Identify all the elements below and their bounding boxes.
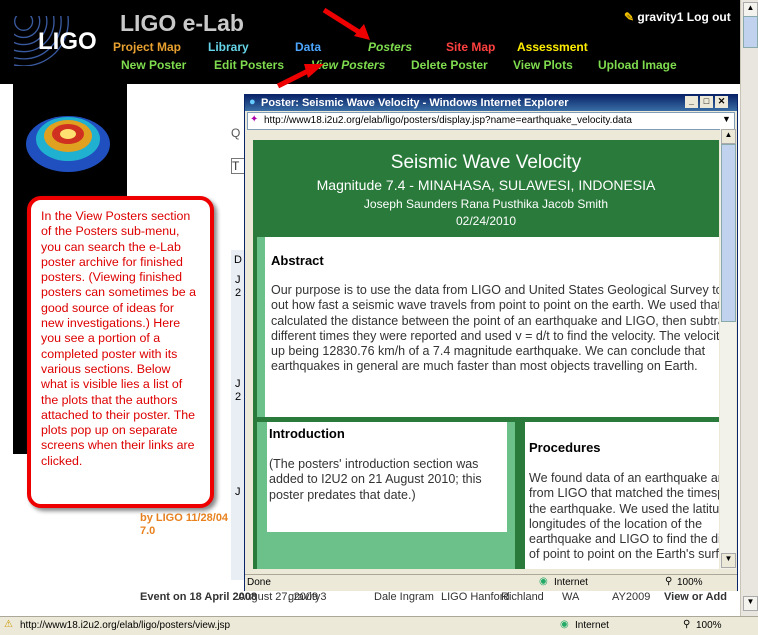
site-brand: LIGO e-Lab — [120, 10, 244, 36]
bg-table-column — [231, 250, 244, 580]
maximize-icon[interactable]: □ — [700, 96, 713, 108]
zoom-icon: ⚲ — [665, 576, 673, 587]
poster-border-strip — [257, 237, 265, 417]
page-scrollbar[interactable]: ▲ ▼ — [740, 0, 758, 616]
subnav-new-poster[interactable]: New Poster — [121, 58, 186, 72]
subnav-upload-image[interactable]: Upload Image — [598, 58, 677, 72]
poster-content: Seismic Wave Velocity Magnitude 7.4 - MI… — [253, 140, 719, 569]
warning-icon: ⚠ — [4, 619, 13, 630]
introduction-heading: Introduction — [269, 426, 345, 441]
status-globe-icon: ◉ — [560, 619, 569, 630]
poster-divider — [515, 422, 521, 569]
procedures-body: We found data of an earthquake ar from L… — [529, 471, 719, 562]
subnav-view-plots[interactable]: View Plots — [513, 58, 573, 72]
abstract-panel: Abstract Our purpose is to use the data … — [265, 237, 719, 417]
status-zoom-icon: ⚲ — [683, 619, 691, 630]
abstract-heading: Abstract — [271, 253, 324, 268]
close-icon[interactable]: ✕ — [715, 96, 728, 108]
scroll-thumb[interactable] — [743, 16, 758, 48]
bg-fragment-q: Q — [231, 126, 241, 140]
popup-zone: Internet — [554, 577, 588, 588]
table-cell-year: AY2009 — [612, 591, 651, 603]
logo-text: LIGO — [38, 28, 97, 55]
table-cell-state: WA — [562, 591, 580, 603]
table-cell-view-add[interactable]: View or Add — [664, 592, 730, 616]
procedures-panel: Procedures We found data of an earthquak… — [525, 422, 719, 569]
status-url: http://www18.i2u2.org/elab/ligo/posters/… — [20, 620, 231, 631]
user-area: ✎ gravity1 Log out — [624, 10, 731, 24]
poster-date: 02/24/2010 — [455, 214, 517, 228]
poster-subtitle: Magnitude 7.4 - MINAHASA, SULAWESI, INDO… — [316, 177, 656, 193]
table-cell-city: Richland — [501, 591, 544, 603]
status-zone: Internet — [575, 620, 609, 631]
bg-fragment-2a: 2 — [235, 287, 242, 299]
logout-link[interactable]: Log out — [687, 10, 731, 24]
table-cell-teacher: Dale Ingram — [374, 591, 434, 603]
poster-popup-window: ● Poster: Seismic Wave Velocity - Window… — [244, 94, 738, 591]
scroll-down-icon[interactable]: ▼ — [743, 596, 758, 611]
popup-zoom[interactable]: 100% — [677, 577, 703, 588]
seismic-plot-image — [26, 116, 110, 172]
annotation-arrow-posters — [322, 7, 370, 40]
poster-authors: Joseph Saunders Rana Pusthika Jacob Smit… — [363, 197, 609, 211]
bg-event-link[interactable]: by LIGO 11/28/04 — [140, 512, 228, 524]
nav-site-map[interactable]: Site Map — [446, 40, 495, 54]
status-zoom[interactable]: 100% — [696, 620, 722, 631]
procedures-heading: Procedures — [529, 440, 601, 455]
popup-titlebar[interactable]: ● Poster: Seismic Wave Velocity - Window… — [245, 95, 737, 111]
bg-event-magnitude: 7.0 — [140, 525, 156, 537]
nav-assessment[interactable]: Assessment — [517, 40, 588, 54]
bg-fragment-j1: J — [235, 274, 241, 286]
page-icon: ✦ — [250, 114, 259, 125]
browser-statusbar: ⚠ http://www18.i2u2.org/elab/ligo/poster… — [0, 616, 758, 635]
popup-status-text: Done — [247, 577, 271, 588]
address-dropdown-icon[interactable]: ▼ — [722, 114, 731, 124]
abstract-body: Our purpose is to use the data from LIGO… — [271, 283, 719, 374]
popup-scroll-up-icon[interactable]: ▲ — [721, 129, 736, 144]
popup-title: Poster: Seismic Wave Velocity - Windows … — [261, 97, 569, 109]
introduction-panel: Introduction (The posters' introduction … — [267, 422, 507, 532]
table-cell-user: gravity3 — [288, 591, 327, 603]
popup-statusbar: Done ◉ Internet ⚲ 100% — [245, 574, 737, 591]
table-cell-school: LIGO Hanford — [441, 591, 510, 603]
ie-icon: ● — [249, 96, 256, 108]
nav-project-map[interactable]: Project Map — [113, 40, 181, 54]
pencil-icon: ✎ — [624, 10, 635, 24]
popup-scroll-thumb[interactable] — [721, 144, 736, 322]
scroll-up-icon[interactable]: ▲ — [743, 2, 758, 17]
nav-library[interactable]: Library — [208, 40, 249, 54]
popup-scrollbar[interactable]: ▲ ▼ — [720, 129, 736, 569]
popup-scroll-down-icon[interactable]: ▼ — [721, 553, 736, 568]
bg-fragment-2b: 2 — [235, 391, 242, 403]
annotation-arrow-view-posters — [276, 64, 324, 89]
username-link[interactable]: gravity1 — [637, 10, 683, 24]
globe-icon: ◉ — [539, 576, 548, 587]
bg-fragment-j3: J — [235, 486, 241, 498]
poster-title: Seismic Wave Velocity — [390, 152, 582, 173]
bg-fragment-d: D — [234, 254, 242, 266]
popup-address-bar[interactable]: ✦ http://www18.i2u2.org/elab/ligo/poster… — [247, 112, 735, 130]
annotation-callout: In the View Posters section of the Poste… — [27, 196, 214, 508]
popup-url[interactable]: http://www18.i2u2.org/elab/ligo/posters/… — [264, 115, 632, 126]
minimize-icon[interactable]: _ — [685, 96, 698, 108]
subnav-delete-poster[interactable]: Delete Poster — [411, 58, 488, 72]
introduction-body: (The posters' introduction section was a… — [269, 457, 482, 502]
bg-fragment-j2: J — [235, 378, 241, 390]
